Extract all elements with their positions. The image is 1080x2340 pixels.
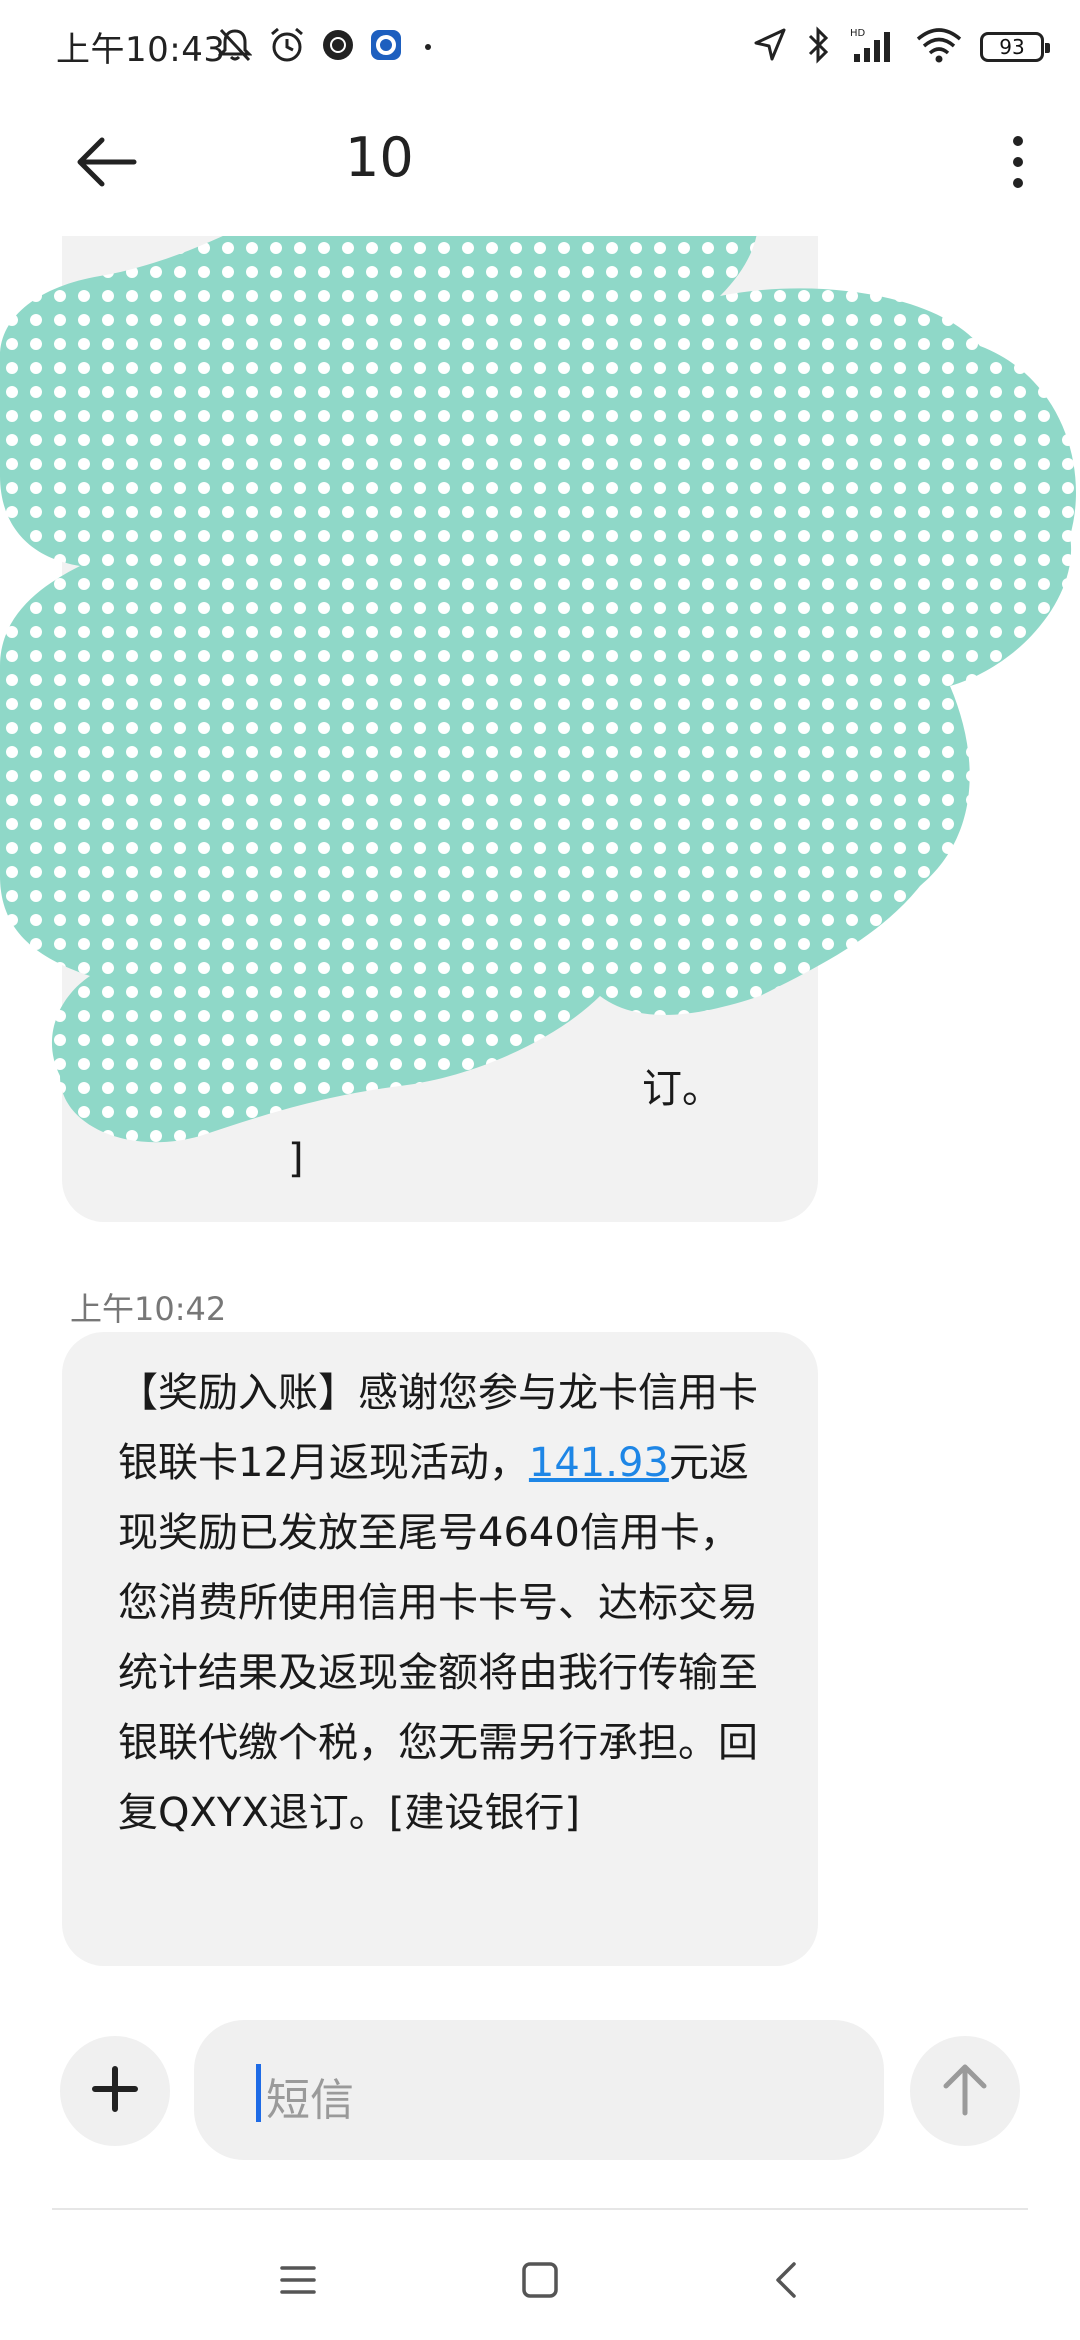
status-bar: 上午10:43 HD 93	[0, 0, 1080, 96]
message-line: 扣	[118, 646, 158, 692]
wifi-icon	[916, 27, 962, 67]
message-line: 择	[118, 366, 158, 412]
more-options-button[interactable]	[994, 126, 1042, 198]
arrow-left-icon	[74, 137, 138, 198]
mute-icon	[217, 27, 253, 67]
message-bubble-partial: 单应还 择 202 扣 订。 ]	[62, 236, 818, 1222]
app-icon	[322, 29, 354, 65]
divider	[52, 2208, 1028, 2210]
send-button[interactable]	[910, 2036, 1020, 2146]
location-icon	[752, 27, 788, 67]
plus-icon	[90, 2064, 140, 2118]
message-text: 元返现奖励已发放至尾号4640信用卡，您消费所使用信用卡卡号、达标交易统计结果及…	[118, 1440, 758, 1836]
nav-back-button[interactable]	[756, 2252, 816, 2312]
back-button[interactable]	[74, 130, 138, 194]
back-icon	[772, 2260, 800, 2304]
add-attachment-button[interactable]	[60, 2036, 170, 2146]
message-link[interactable]: 202	[118, 576, 194, 622]
compose-bar: 短信	[0, 2016, 1080, 2166]
alarm-icon	[268, 26, 306, 68]
status-icons-right: HD 93	[752, 26, 1050, 68]
status-icons-left	[217, 26, 438, 68]
message-line: 订。	[642, 1066, 722, 1112]
message-timestamp: 上午10:42	[70, 1290, 227, 1328]
svg-text:HD: HD	[850, 28, 866, 39]
text-caret	[256, 2064, 261, 2122]
bank-app-icon	[370, 29, 402, 65]
message-list: 单应还 择 202 扣 订。 ] 上午10:42 【奖励入账】感谢您参与龙卡信用…	[0, 236, 1080, 1996]
dot-icon	[418, 35, 438, 59]
message-bubble[interactable]: 【奖励入账】感谢您参与龙卡信用卡银联卡12月返现活动，141.93元返现奖励已发…	[62, 1332, 818, 1966]
home-icon	[521, 2261, 559, 2303]
app-header: 10	[0, 96, 1080, 236]
message-input[interactable]: 短信	[194, 2020, 884, 2160]
menu-button[interactable]	[268, 2252, 328, 2312]
battery-level: 93	[999, 35, 1025, 59]
arrow-up-icon	[940, 2061, 990, 2121]
amount-link[interactable]: 141.93	[529, 1440, 669, 1486]
signal-icon: HD	[850, 26, 898, 68]
menu-icon	[280, 2264, 316, 2300]
message-line: ]	[288, 1136, 304, 1182]
message-input-placeholder: 短信	[266, 2075, 354, 2126]
message-line: 单应还	[118, 296, 238, 342]
battery-icon: 93	[980, 32, 1050, 62]
page-title: 10	[345, 126, 414, 189]
home-button[interactable]	[510, 2252, 570, 2312]
navigation-bar	[0, 2212, 1080, 2340]
status-time: 上午10:43	[56, 30, 226, 70]
bluetooth-icon	[806, 26, 832, 68]
